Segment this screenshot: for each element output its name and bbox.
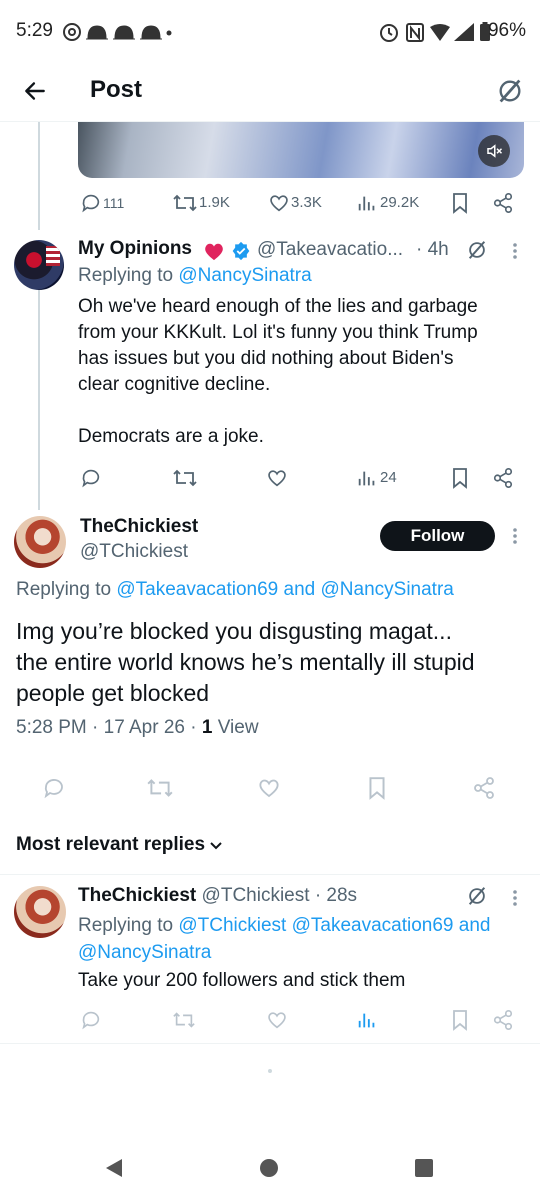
reply-icon[interactable] [80, 467, 102, 489]
grok-icon[interactable] [466, 885, 488, 907]
display-name[interactable]: TheChickiest [80, 516, 198, 538]
bookmark-icon[interactable] [450, 1009, 470, 1031]
status-bar: 5:29 96% [0, 0, 540, 64]
replying-to: Replying to @NancySinatra [78, 265, 312, 286]
mention-link[interactable]: @NancySinatra [321, 579, 454, 600]
reply2-header: TheChickiest @TChickiest · 28s [78, 885, 357, 907]
like-icon[interactable] [268, 192, 290, 214]
replying-to: Replying to @Takeavacation69 and @NancyS… [16, 579, 454, 600]
repost-icon[interactable] [172, 467, 198, 489]
more-options-icon[interactable] [510, 241, 520, 261]
bookmark-icon[interactable] [450, 467, 470, 489]
like-count: 3.3K [291, 194, 322, 211]
parent-post-video[interactable] [78, 122, 524, 178]
views-icon[interactable] [356, 192, 378, 214]
follow-button[interactable]: Follow [380, 521, 495, 551]
like-icon[interactable] [266, 1009, 288, 1031]
bookmark-icon[interactable] [450, 192, 470, 214]
mention-link[interactable]: @NancySinatra [78, 939, 530, 966]
reply-count: 111 [103, 195, 125, 211]
grok-icon[interactable] [496, 77, 524, 105]
page-title: Post [90, 76, 143, 103]
reply1-header: My Opinions [78, 238, 192, 260]
post-metadata: 5:28 PM · 17 Apr 26 · 1 View [16, 717, 259, 738]
parent-post-actions: 111 1.9K 3.3K 29.2K [0, 188, 540, 218]
share-icon[interactable] [492, 1009, 514, 1031]
views-icon[interactable] [356, 1009, 378, 1031]
reply2-actions [0, 1006, 540, 1034]
speaker-muted-icon [487, 144, 503, 158]
handle[interactable]: @TChickiest [202, 885, 310, 906]
repost-icon[interactable] [172, 1009, 196, 1031]
status-time: 5:29 [16, 20, 53, 41]
view-count: 1 [201, 717, 213, 738]
chevron-down-icon[interactable] [208, 838, 224, 854]
avatar[interactable] [14, 886, 66, 938]
handle[interactable]: @TChickiest [80, 541, 188, 563]
mention-link[interactable]: @Takeavacation69 [116, 579, 278, 600]
flag-graphic [46, 246, 60, 266]
red-heart-emoji-icon [205, 243, 223, 261]
top-app-bar: Post [0, 64, 540, 122]
display-name[interactable]: My Opinions [78, 238, 192, 259]
share-icon[interactable] [472, 776, 496, 800]
post-time: · 28s [314, 885, 358, 906]
divider [0, 874, 540, 875]
bookmark-icon[interactable] [366, 776, 388, 800]
reply-icon[interactable] [80, 1009, 102, 1031]
divider [0, 1043, 540, 1044]
reply-icon[interactable] [42, 776, 66, 800]
loading-dot [268, 1069, 272, 1073]
mention-link[interactable]: @NancySinatra [178, 265, 311, 286]
main-post-actions [0, 772, 540, 804]
like-icon[interactable] [266, 467, 288, 489]
repost-icon[interactable] [172, 192, 198, 214]
nav-home-icon[interactable] [258, 1157, 280, 1179]
more-options-icon[interactable] [510, 888, 520, 908]
main-post-text: Img you’re blocked you disgusting magat.… [16, 618, 475, 706]
display-name[interactable]: TheChickiest [78, 885, 196, 906]
timestamp: 5:28 PM · 17 Apr 26 · [16, 717, 202, 738]
reply2-text: Take your 200 followers and stick them [78, 970, 406, 991]
handle[interactable]: @Takeavacatio... [257, 239, 403, 261]
post-time: · 4h [416, 239, 449, 260]
grok-icon[interactable] [466, 239, 488, 261]
replying-to: Replying to @TChickiest @Takeavacation69… [78, 912, 530, 966]
views-count: 29.2K [380, 194, 420, 211]
mention-link[interactable]: @Takeavacation69 [292, 915, 454, 936]
system-status-icons [380, 23, 474, 42]
notification-icons [63, 23, 172, 41]
repost-count: 1.9K [199, 194, 230, 211]
more-options-icon[interactable] [510, 526, 520, 546]
avatar[interactable] [14, 240, 64, 290]
reply1-actions: 24 [0, 463, 540, 493]
views-icon[interactable] [356, 467, 378, 489]
repost-icon[interactable] [146, 776, 174, 800]
like-icon[interactable] [257, 776, 281, 800]
battery-percent: 96% [487, 20, 526, 41]
reply-icon[interactable] [80, 192, 102, 214]
reply1-text: Oh we've heard enough of the lies and ga… [78, 296, 478, 447]
nav-back-icon[interactable] [102, 1156, 126, 1180]
sort-label: Most relevant replies [16, 834, 206, 855]
avatar[interactable] [14, 516, 66, 568]
views-count: 24 [380, 469, 397, 486]
share-icon[interactable] [492, 467, 514, 489]
reply-sort-dropdown[interactable]: Most relevant replies [16, 834, 205, 856]
verified-badge-icon [232, 241, 250, 261]
share-icon[interactable] [492, 192, 514, 214]
mute-button[interactable] [478, 135, 510, 167]
mention-link[interactable]: @TChickiest [178, 915, 286, 936]
back-arrow-icon[interactable] [22, 78, 48, 104]
nav-recents-icon[interactable] [414, 1158, 434, 1178]
